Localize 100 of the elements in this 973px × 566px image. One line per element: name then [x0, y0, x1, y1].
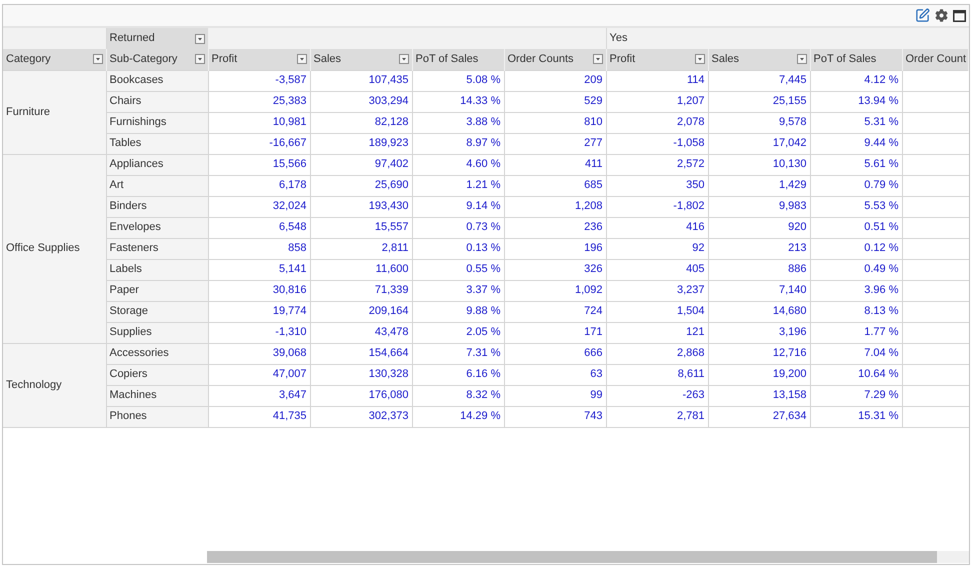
row-header-cell: Envelopes	[106, 217, 208, 238]
column-header[interactable]: Order Count	[902, 49, 968, 70]
value-cell: 43,478	[310, 322, 412, 343]
value-cell: 2,868	[606, 343, 708, 364]
value-cell: 9,578	[708, 112, 810, 133]
value-cell: 7.29 %	[810, 385, 902, 406]
value-cell: 15,557	[310, 217, 412, 238]
value-cell: 8,611	[606, 364, 708, 385]
row-header-cell: Appliances	[106, 154, 208, 175]
filter-dropdown-icon[interactable]	[194, 34, 204, 44]
column-header[interactable]: Sales	[310, 49, 412, 70]
value-cell: 82,128	[310, 112, 412, 133]
column-header[interactable]: PoT of Sales	[412, 49, 504, 70]
value-cell: 7,445	[708, 70, 810, 91]
row-header-cell: Tables	[106, 133, 208, 154]
value-cell: 92	[606, 238, 708, 259]
column-header[interactable]: Sales	[708, 49, 810, 70]
value-cell: 743	[504, 406, 606, 427]
value-cell: 1.77 %	[810, 322, 902, 343]
value-cell: 886	[708, 259, 810, 280]
value-cell: 858	[208, 238, 310, 259]
value-cell: 666	[504, 343, 606, 364]
row-header-cell: Furnishings	[106, 112, 208, 133]
value-cell: 0.49 %	[810, 259, 902, 280]
row-header-cell: Art	[106, 175, 208, 196]
value-cell: 3.37 %	[412, 280, 504, 301]
row-header-cell: Bookcases	[106, 70, 208, 91]
maximize-icon[interactable]	[953, 10, 966, 22]
value-cell: 107,435	[310, 70, 412, 91]
value-cell: 1,429	[708, 175, 810, 196]
value-cell: 9.44 %	[810, 133, 902, 154]
value-cell: 11,600	[310, 259, 412, 280]
value-cell: 2.05 %	[412, 322, 504, 343]
value-cell: 41,735	[208, 406, 310, 427]
value-cell: 196	[504, 238, 606, 259]
column-header[interactable]: PoT of Sales	[810, 49, 902, 70]
value-cell: 4.60 %	[412, 154, 504, 175]
value-cell: 685	[504, 175, 606, 196]
value-cell: 2,781	[606, 406, 708, 427]
value-cell: -263	[606, 385, 708, 406]
value-cell: 209,164	[310, 301, 412, 322]
filter-dropdown-icon[interactable]	[296, 54, 306, 64]
value-cell: 213	[708, 238, 810, 259]
column-header[interactable]: Order Counts	[504, 49, 606, 70]
filter-dropdown-icon[interactable]	[796, 54, 806, 64]
value-cell: 0.13 %	[412, 238, 504, 259]
value-cell: 2,811	[310, 238, 412, 259]
value-cell: 30,816	[208, 280, 310, 301]
row-field-header[interactable]: Category	[3, 49, 106, 70]
column-header[interactable]: Profit	[606, 49, 708, 70]
value-cell: 529	[504, 91, 606, 112]
value-cell: -1,310	[208, 322, 310, 343]
value-cell: 302,373	[310, 406, 412, 427]
filter-dropdown-icon[interactable]	[592, 54, 602, 64]
value-cell: 6,548	[208, 217, 310, 238]
value-cell: 114	[606, 70, 708, 91]
row-header-cell: Machines	[106, 385, 208, 406]
filter-dropdown-icon[interactable]	[92, 54, 102, 64]
value-cell: 326	[504, 259, 606, 280]
value-cell: -1,802	[606, 196, 708, 217]
value-cell: 171	[504, 322, 606, 343]
settings-icon[interactable]	[935, 9, 948, 22]
row-header-cell: Storage	[106, 301, 208, 322]
value-cell: 3.96 %	[810, 280, 902, 301]
value-cell: 0.79 %	[810, 175, 902, 196]
filter-dropdown-icon[interactable]	[194, 54, 204, 64]
value-cell: 12,716	[708, 343, 810, 364]
edit-icon[interactable]	[915, 8, 930, 23]
value-cell: 121	[606, 322, 708, 343]
row-field-header[interactable]: Sub-Category	[106, 49, 208, 70]
value-cell: 17,042	[708, 133, 810, 154]
value-cell: 5,141	[208, 259, 310, 280]
value-cell: -1,058	[606, 133, 708, 154]
filter-dropdown-icon[interactable]	[398, 54, 408, 64]
value-cell: 39,068	[208, 343, 310, 364]
value-cell: 8.32 %	[412, 385, 504, 406]
value-cell: 724	[504, 301, 606, 322]
value-cell: 193,430	[310, 196, 412, 217]
value-cell: -16,667	[208, 133, 310, 154]
row-header-cell: Phones	[106, 406, 208, 427]
value-cell: 6,178	[208, 175, 310, 196]
row-header-cell: Fasteners	[106, 238, 208, 259]
value-cell: 209	[504, 70, 606, 91]
value-cell: 13,158	[708, 385, 810, 406]
value-cell: 176,080	[310, 385, 412, 406]
value-cell: 810	[504, 112, 606, 133]
row-header-cell: Copiers	[106, 364, 208, 385]
value-cell: 9,983	[708, 196, 810, 217]
column-header[interactable]: Profit	[208, 49, 310, 70]
value-cell: 277	[504, 133, 606, 154]
row-header-cell: Chairs	[106, 91, 208, 112]
value-cell: 0.51 %	[810, 217, 902, 238]
filter-dropdown-icon[interactable]	[694, 54, 704, 64]
value-cell: 3,196	[708, 322, 810, 343]
value-cell: 0.73 %	[412, 217, 504, 238]
value-cell: 15.31 %	[810, 406, 902, 427]
value-cell: 9.88 %	[412, 301, 504, 322]
row-header-cell: Labels	[106, 259, 208, 280]
value-cell: -3,587	[208, 70, 310, 91]
column-field-header[interactable]: Returned	[106, 28, 208, 49]
